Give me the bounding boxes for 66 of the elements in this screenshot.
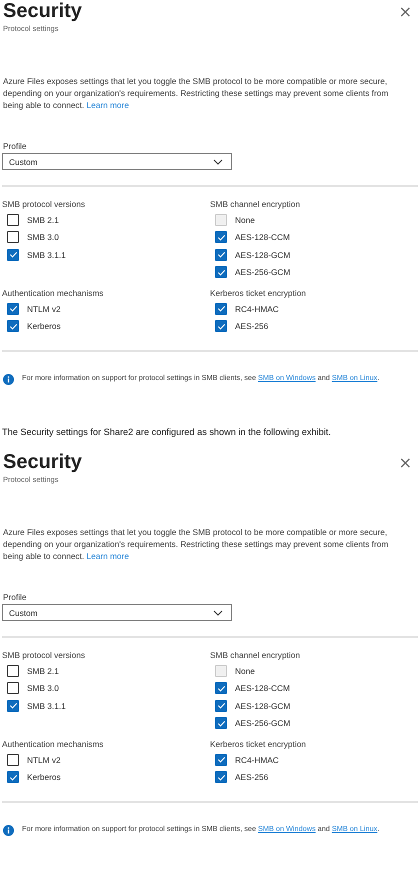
exhibit-caption: The Security settings for Share2 are configured as shown in the following exhibit. — [2, 427, 332, 437]
chevron-down-icon — [213, 158, 223, 164]
learn-more-link[interactable]: Learn more — [86, 100, 129, 110]
checkbox-label: AES-256-GCM — [235, 718, 290, 728]
checkbox[interactable] — [215, 248, 227, 261]
checkbox-label: Kerberos — [27, 321, 61, 332]
checkbox-label: SMB 3.1.1 — [27, 700, 66, 711]
learn-more-link[interactable]: Learn more — [86, 551, 129, 561]
checkbox-label: None — [235, 214, 255, 225]
checkbox-label: SMB 3.1.1 — [27, 250, 66, 260]
checkbox-label: AES-128-GCM — [235, 700, 290, 711]
checkbox-label: AES-256 — [235, 772, 268, 782]
group-heading: SMB protocol versions — [2, 199, 86, 209]
checkbox-label: SMB 2.1 — [27, 214, 59, 225]
group-heading: Authentication mechanisms — [2, 739, 104, 749]
checkbox-label: SMB 2.1 — [27, 666, 59, 676]
checkbox-label: AES-256-GCM — [235, 267, 290, 278]
chevron-down-icon — [213, 610, 223, 616]
profile-dropdown[interactable]: Custom — [2, 604, 232, 621]
checkbox[interactable] — [215, 754, 227, 766]
checkbox[interactable] — [7, 302, 19, 315]
checkbox[interactable] — [7, 214, 19, 226]
checkbox-label: AES-128-CCM — [235, 232, 290, 242]
checkbox[interactable] — [7, 754, 19, 766]
description: Azure Files exposes settings that let you toggle the SMB protocol to be more compatible or more secure, depending on your organization's requirements. Restricting these settings may prevent some clients from being able to connect. Learn more — [3, 75, 390, 111]
checkbox[interactable] — [215, 320, 227, 332]
checkbox[interactable] — [215, 717, 227, 730]
checkbox[interactable] — [7, 248, 19, 261]
panel-title: Security — [2, 451, 82, 473]
checkbox[interactable] — [7, 700, 19, 712]
checkbox[interactable] — [7, 771, 19, 784]
checkbox-label: AES-128-CCM — [235, 683, 290, 694]
profile-label: Profile — [2, 141, 28, 151]
checkbox-label: AES-256 — [235, 321, 268, 332]
close-button[interactable]: × — [392, 4, 418, 20]
panel-title: Security — [2, 0, 82, 22]
checkbox-label: Kerberos — [27, 772, 61, 782]
checkbox-label: NTLM v2 — [27, 304, 61, 314]
checkbox-label: SMB 3.0 — [27, 232, 59, 242]
group-heading: Authentication mechanisms — [2, 288, 104, 298]
checkbox[interactable] — [7, 664, 19, 677]
group-heading: SMB protocol versions — [2, 650, 86, 660]
checkbox[interactable] — [215, 266, 227, 278]
group-heading: Kerberos ticket encryption — [210, 739, 307, 749]
checkbox-label: AES-128-GCM — [235, 250, 290, 260]
group-heading: SMB channel encryption — [210, 650, 301, 660]
info-icon — [3, 374, 14, 385]
close-button[interactable]: × — [392, 455, 418, 471]
checkbox[interactable] — [215, 302, 227, 315]
checkbox-label: NTLM v2 — [27, 754, 61, 765]
checkbox[interactable] — [215, 682, 227, 694]
checkbox-label: SMB 3.0 — [27, 683, 59, 694]
checkbox-label: None — [235, 666, 255, 676]
checkbox[interactable] — [7, 320, 19, 332]
checkbox[interactable] — [215, 771, 227, 784]
checkbox[interactable] — [7, 682, 19, 694]
profile-dropdown[interactable]: Custom — [2, 153, 232, 170]
checkbox[interactable] — [215, 700, 227, 712]
group-heading: SMB channel encryption — [210, 199, 301, 209]
description: Azure Files exposes settings that let you toggle the SMB protocol to be more compatible or more secure, depending on your organization's requirements. Restricting these settings may prevent some clients from being able to connect. Learn more — [3, 526, 390, 562]
checkbox-label: RC4-HMAC — [235, 754, 279, 765]
checkbox-label: RC4-HMAC — [235, 304, 279, 314]
checkbox[interactable] — [7, 231, 19, 244]
profile-label: Profile — [2, 592, 28, 602]
group-heading: Kerberos ticket encryption — [210, 288, 307, 298]
checkbox[interactable] — [215, 231, 227, 244]
